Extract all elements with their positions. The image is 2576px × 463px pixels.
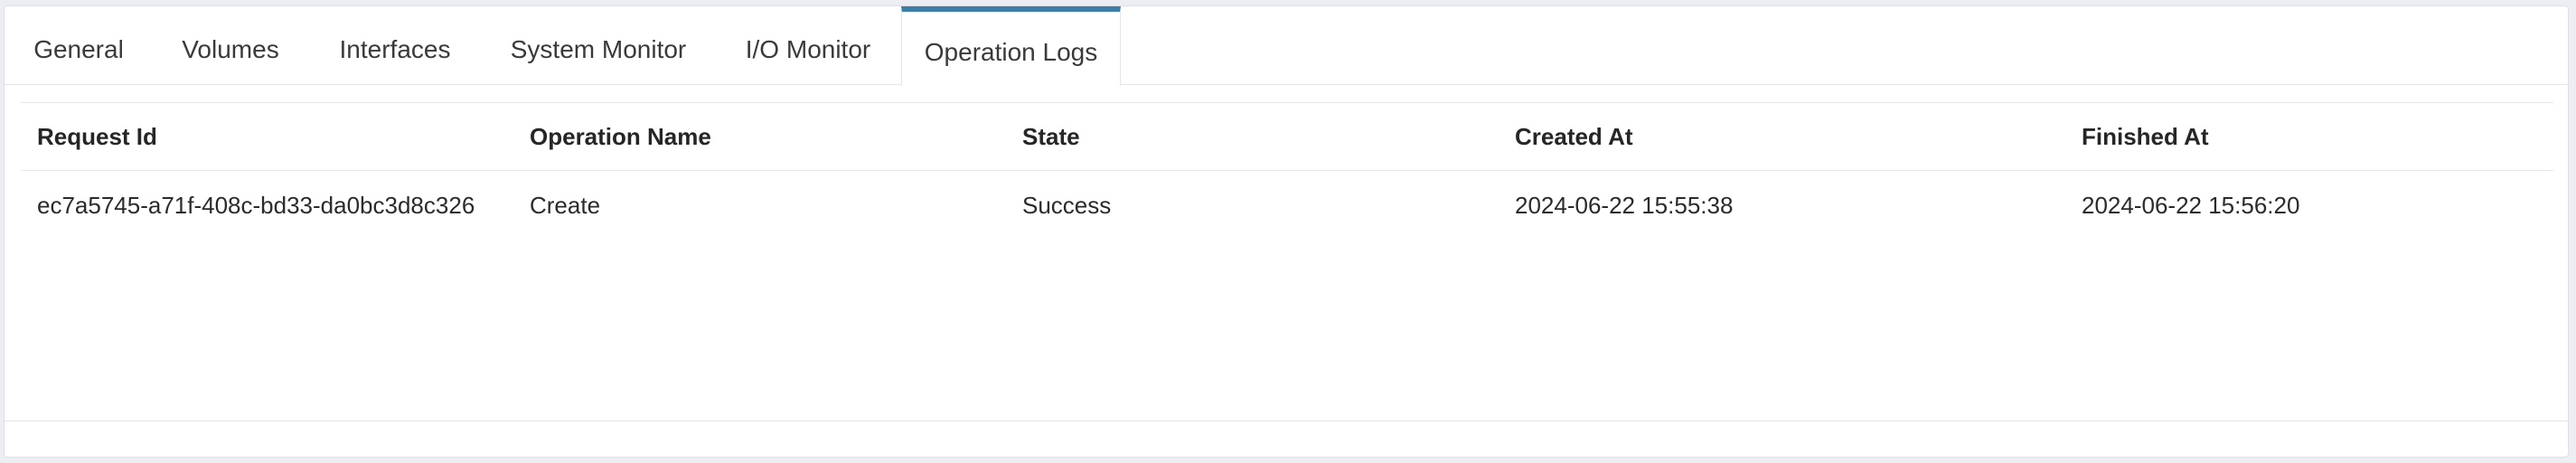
tab-interfaces[interactable]: Interfaces	[323, 6, 467, 85]
column-header-operation-name[interactable]: Operation Name	[513, 103, 1006, 171]
cell-state: Success	[1022, 191, 1112, 219]
operation-logs-panel: General Volumes Interfaces System Monito…	[4, 5, 2569, 458]
column-header-state[interactable]: State	[1006, 103, 1499, 171]
operation-logs-table: Request Id Operation Name State Created …	[21, 102, 2553, 240]
cell-created-at: 2024-06-22 15:55:38	[1515, 191, 1734, 219]
tab-operation-logs[interactable]: Operation Logs	[901, 6, 1121, 86]
table-row[interactable]: ec7a5745-a71f-408c-bd33-da0bc3d8c326 Cre…	[21, 171, 2553, 241]
tab-system-monitor[interactable]: System Monitor	[496, 6, 700, 85]
tab-general[interactable]: General	[17, 6, 140, 85]
operation-logs-table-container: Request Id Operation Name State Created …	[21, 102, 2553, 240]
tab-io-monitor[interactable]: I/O Monitor	[728, 6, 888, 85]
column-header-request-id[interactable]: Request Id	[21, 103, 513, 171]
panel-footer-divider	[5, 420, 2568, 421]
cell-operation-name: Create	[530, 191, 601, 219]
cell-request-id: ec7a5745-a71f-408c-bd33-da0bc3d8c326	[37, 191, 475, 219]
tab-bar: General Volumes Interfaces System Monito…	[5, 6, 2568, 86]
column-header-created-at[interactable]: Created At	[1499, 103, 2065, 171]
tab-volumes[interactable]: Volumes	[165, 6, 296, 85]
column-header-finished-at[interactable]: Finished At	[2065, 103, 2553, 171]
cell-finished-at: 2024-06-22 15:56:20	[2082, 191, 2300, 219]
table-header-row: Request Id Operation Name State Created …	[21, 102, 2553, 171]
